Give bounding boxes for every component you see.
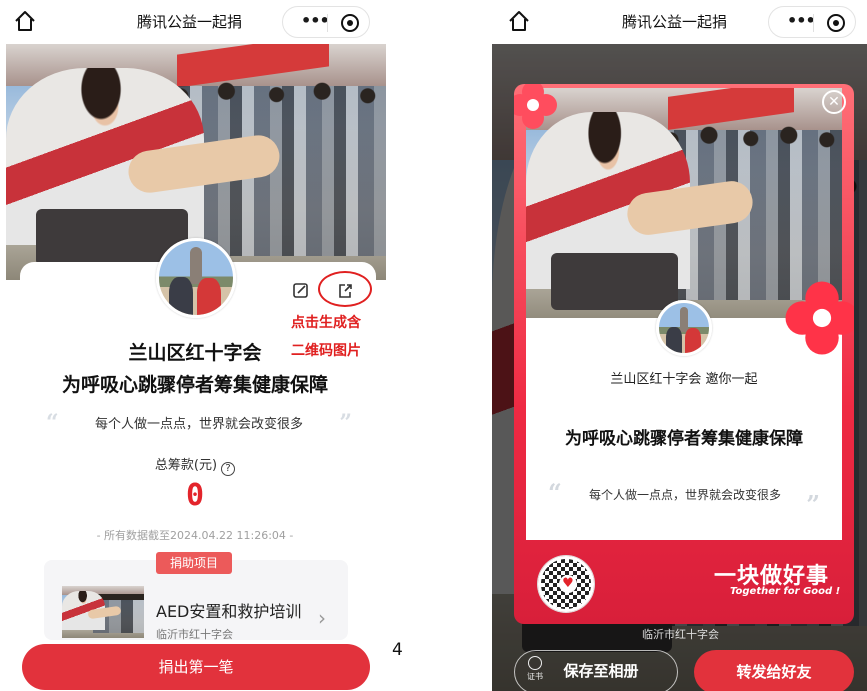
- background-org-text: 临沂市红十字会: [642, 628, 719, 641]
- avatar: [656, 300, 712, 356]
- share-poster: 兰山区红十字会 邀你一起 为呼吸心跳骤停者筹集健康保障 “ 每个人做一点点，世界…: [514, 84, 854, 624]
- quote-close-icon: ”: [339, 410, 352, 436]
- project-title: 为呼吸心跳骤停者筹集健康保障: [61, 374, 328, 396]
- quote-open-icon: “: [46, 410, 59, 436]
- right-screen: 腾讯公益一起捐 ••• 临沂市红十字会 兰山区红十字会 邀你一起 为呼吸心跳骤停…: [492, 0, 867, 691]
- heart-icon: ♥: [559, 575, 577, 593]
- more-dots-icon[interactable]: •••: [787, 11, 816, 30]
- project-thumbnail: [62, 586, 144, 638]
- donate-button[interactable]: 捐出第一笔: [22, 644, 370, 690]
- project-tag: 捐助项目: [156, 552, 233, 574]
- poster-slogan-english: Together for Good !: [730, 586, 841, 597]
- project-card[interactable]: 捐助项目 AED安置和救护培训 临沂市红十字会: [44, 552, 348, 641]
- flower-decoration-icon: [514, 84, 557, 129]
- page-title: 腾讯公益一起捐: [137, 13, 243, 31]
- home-icon[interactable]: [12, 8, 38, 34]
- home-icon[interactable]: [506, 8, 532, 34]
- chevron-right-icon: ›: [318, 606, 326, 630]
- certificate-icon[interactable]: 证书: [524, 656, 546, 686]
- avatar: [156, 238, 236, 318]
- inviter-text: 兰山区红十字会 邀你一起: [610, 372, 758, 387]
- close-icon[interactable]: ✕: [822, 90, 846, 114]
- page-title: 腾讯公益一起捐: [622, 13, 728, 31]
- total-amount: 0: [185, 478, 205, 513]
- help-icon[interactable]: ?: [221, 462, 236, 476]
- project-org: 临沂市红十字会: [156, 628, 233, 641]
- poster-title: 为呼吸心跳骤停者筹集健康保障: [565, 429, 803, 449]
- annotation-text-1: 点击生成含: [291, 315, 361, 331]
- total-label: 总筹款(元)?: [0, 454, 390, 476]
- title-bar: 腾讯公益一起捐 •••: [0, 0, 390, 44]
- quote-open-icon: “: [548, 478, 562, 507]
- data-timestamp: - 所有数据截至2024.04.22 11:26:04 -: [96, 529, 294, 542]
- org-name: 兰山区红十字会: [128, 342, 262, 364]
- slogan: “ 每个人做一点点，世界就会改变很多 ”: [46, 410, 352, 436]
- page-number: 4: [392, 640, 403, 660]
- mini-program-capsule: •••: [282, 6, 370, 38]
- left-screen: 腾讯公益一起捐 ••• 点击生成含 二维码图片 兰山区红十字会 为呼吸心跳骤停者…: [0, 0, 390, 691]
- title-bar: 腾讯公益一起捐 •••: [492, 0, 867, 44]
- qr-code: ♥: [538, 556, 594, 612]
- quote-close-icon: ”: [806, 490, 820, 519]
- project-name: AED安置和救护培训: [156, 602, 302, 621]
- slogan-text: 每个人做一点点，世界就会改变很多: [94, 417, 303, 432]
- annotation-circle: [318, 271, 372, 307]
- target-icon[interactable]: [341, 14, 359, 32]
- edit-icon[interactable]: [288, 278, 314, 304]
- slogan-text: 每个人做一点点，世界就会改变很多: [588, 488, 781, 502]
- poster-slogan: “ 每个人做一点点，世界就会改变很多 ”: [548, 478, 820, 519]
- mini-program-capsule: •••: [768, 6, 856, 38]
- target-icon[interactable]: [827, 14, 845, 32]
- more-dots-icon[interactable]: •••: [301, 11, 330, 30]
- forward-to-friend-button[interactable]: 转发给好友: [694, 650, 854, 691]
- flower-decoration-icon: [785, 281, 854, 355]
